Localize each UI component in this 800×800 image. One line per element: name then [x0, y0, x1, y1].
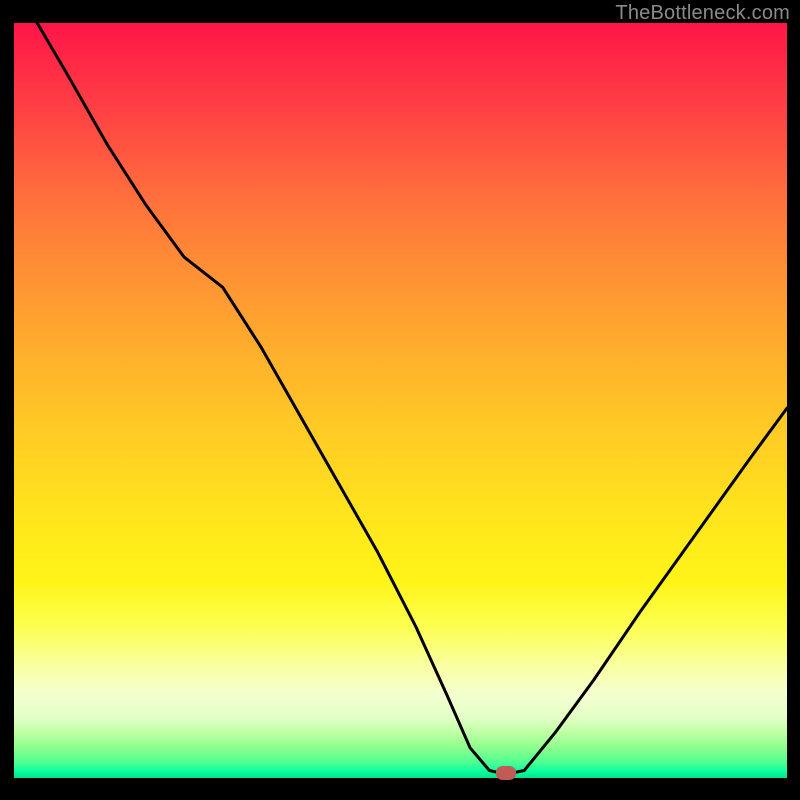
plot-area	[14, 23, 787, 778]
optimal-point-marker	[496, 766, 516, 780]
bottleneck-curve	[14, 23, 787, 778]
watermark-text: TheBottleneck.com	[615, 2, 790, 25]
chart-stage: TheBottleneck.com	[0, 0, 800, 800]
